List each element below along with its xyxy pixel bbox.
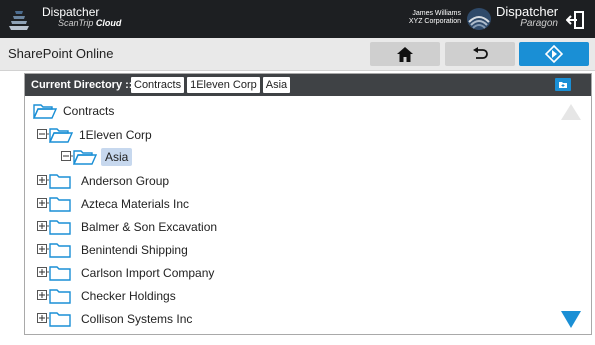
expand-icon[interactable] bbox=[37, 267, 49, 279]
folder-icon bbox=[49, 289, 71, 304]
tree-item-label: Anderson Group bbox=[81, 174, 170, 188]
tree-item-label: Asia bbox=[101, 148, 133, 166]
breadcrumb-item[interactable]: Asia bbox=[262, 77, 291, 93]
home-button[interactable] bbox=[370, 42, 440, 66]
go-button[interactable] bbox=[519, 42, 589, 66]
expand-icon[interactable] bbox=[37, 290, 49, 302]
breadcrumb: Contracts 1Eleven Corp Asia bbox=[131, 77, 291, 93]
tree-item[interactable]: Anderson Group bbox=[37, 170, 169, 192]
expand-icon[interactable] bbox=[37, 175, 49, 187]
folder-icon bbox=[49, 220, 71, 235]
brand-right-title: Dispatcher bbox=[496, 4, 559, 19]
current-directory-bar: Current Directory :: Contracts 1Eleven C… bbox=[25, 74, 591, 96]
breadcrumb-item[interactable]: Contracts bbox=[131, 77, 185, 93]
user-name: James Williams bbox=[412, 10, 461, 17]
current-directory-label: Current Directory :: bbox=[31, 79, 133, 91]
brand-left-scantrip: ScanTrip bbox=[58, 18, 94, 28]
folder-icon bbox=[49, 312, 71, 327]
top-bar: Dispatcher ScanTrip Cloud James Williams… bbox=[0, 0, 595, 38]
folder-open-icon bbox=[33, 104, 57, 119]
folder-open-icon bbox=[49, 128, 73, 143]
folder-icon bbox=[49, 174, 71, 189]
expand-icon[interactable] bbox=[37, 313, 49, 325]
brand-left: Dispatcher ScanTrip Cloud bbox=[42, 6, 121, 28]
brand-left-subtitle: ScanTrip Cloud bbox=[58, 19, 121, 28]
brand-left-cloud: Cloud bbox=[95, 18, 122, 28]
user-org: XYZ Corporation bbox=[408, 18, 461, 26]
tree-item-label: Checker Holdings bbox=[81, 289, 176, 303]
expand-icon[interactable] bbox=[37, 244, 49, 256]
tree-item[interactable]: Balmer & Son Excavation bbox=[37, 216, 217, 238]
folder-open-icon bbox=[73, 150, 97, 165]
tree-item-label: Azteca Materials Inc bbox=[81, 197, 190, 211]
scroll-up-icon[interactable] bbox=[561, 104, 581, 120]
dispatcher-logo-icon bbox=[9, 11, 29, 30]
collapse-icon[interactable] bbox=[61, 151, 73, 163]
new-folder-icon[interactable] bbox=[555, 78, 571, 91]
expand-icon[interactable] bbox=[37, 198, 49, 210]
tree-item-label: Contracts bbox=[63, 104, 115, 118]
folder-icon bbox=[49, 197, 71, 212]
tree-item[interactable]: Collison Systems Inc bbox=[37, 308, 192, 330]
tree-item[interactable]: Azteca Materials Inc bbox=[37, 193, 189, 215]
tree-item-label: Carlson Import Company bbox=[81, 266, 215, 280]
brand-right-subtitle: Paragon bbox=[520, 18, 558, 29]
dispatcher-paragon-logo-icon bbox=[467, 8, 491, 30]
home-icon bbox=[397, 46, 413, 62]
scroll-down-icon[interactable] bbox=[561, 311, 581, 328]
brand-right: Dispatcher Paragon bbox=[496, 5, 558, 29]
tree-item-label: Benintendi Shipping bbox=[81, 243, 188, 257]
directory-panel: Current Directory :: Contracts 1Eleven C… bbox=[24, 73, 592, 335]
tree-item[interactable]: Contracts bbox=[33, 100, 114, 122]
tree-item-selected[interactable]: Asia bbox=[61, 146, 133, 168]
user-info: James Williams XYZ Corporation bbox=[409, 10, 461, 26]
tree-item[interactable]: Benintendi Shipping bbox=[37, 239, 188, 261]
page-title: SharePoint Online bbox=[8, 46, 114, 61]
tree-item-label: Collison Systems Inc bbox=[81, 312, 193, 326]
breadcrumb-item[interactable]: 1Eleven Corp bbox=[187, 77, 260, 93]
logout-icon[interactable] bbox=[566, 11, 584, 29]
brand-left-title: Dispatcher bbox=[42, 5, 100, 19]
tree-item-label: Balmer & Son Excavation bbox=[81, 220, 218, 234]
tree-item[interactable]: Carlson Import Company bbox=[37, 262, 214, 284]
back-button[interactable] bbox=[445, 42, 515, 66]
tree-item-label: 1Eleven Corp bbox=[79, 128, 152, 142]
expand-icon[interactable] bbox=[37, 221, 49, 233]
diamond-arrow-icon bbox=[545, 45, 563, 63]
folder-icon bbox=[49, 266, 71, 281]
collapse-icon[interactable] bbox=[37, 129, 49, 141]
folder-icon bbox=[49, 243, 71, 258]
tree-item[interactable]: 1Eleven Corp bbox=[37, 124, 152, 146]
tree-item[interactable]: Checker Holdings bbox=[37, 285, 176, 307]
back-icon bbox=[473, 46, 488, 59]
